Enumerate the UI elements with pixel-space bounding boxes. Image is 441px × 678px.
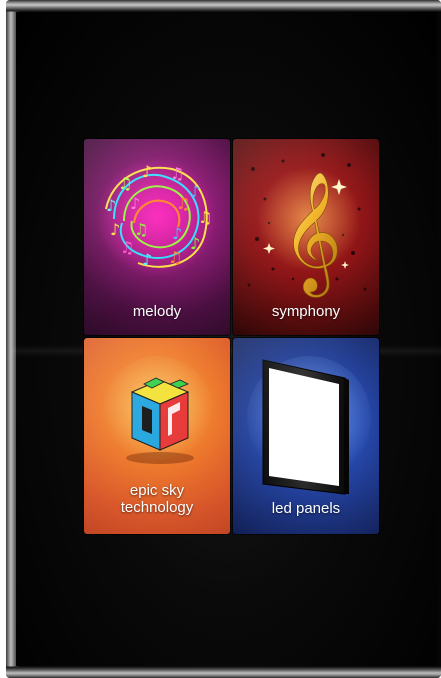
- svg-text:♪: ♪: [190, 182, 200, 201]
- svg-text:♪: ♪: [130, 194, 140, 213]
- svg-text:♪: ♪: [110, 220, 120, 239]
- tile-epic-sky-technology[interactable]: epic sky technology: [84, 338, 230, 534]
- svg-text:♪: ♪: [190, 234, 200, 253]
- svg-text:♫: ♫: [198, 208, 212, 227]
- svg-text:♪: ♪: [172, 224, 182, 243]
- svg-text:♫: ♫: [118, 174, 132, 193]
- tile-label: epic sky technology: [84, 482, 230, 516]
- svg-text:♪: ♪: [142, 250, 152, 269]
- svg-text:𝄞: 𝄞: [281, 170, 342, 297]
- svg-text:♪: ♪: [142, 162, 152, 181]
- tile-label-line-1: epic sky: [129, 482, 185, 499]
- svg-text:♫: ♫: [120, 238, 134, 257]
- tile-label: led panels: [271, 500, 341, 517]
- tile-symphony[interactable]: 𝄞 symphony: [233, 139, 379, 335]
- tile-led-panels[interactable]: led panels: [233, 338, 379, 534]
- svg-text:♪: ♪: [106, 196, 116, 215]
- svg-text:♫: ♫: [176, 194, 190, 213]
- svg-text:♫: ♫: [134, 220, 148, 239]
- tile-label: symphony: [271, 303, 341, 320]
- tile-label-line-2: technology: [120, 499, 194, 516]
- svg-text:♫: ♫: [170, 164, 184, 183]
- svg-text:♫: ♫: [168, 248, 182, 267]
- tile-label: melody: [132, 303, 182, 320]
- tile-melody[interactable]: ♪ ♫ ♪ ♫ ♪ ♫ ♪ ♫ ♪ ♫ ♪ ♫ ♪ ♫ ♪ melody: [84, 139, 230, 335]
